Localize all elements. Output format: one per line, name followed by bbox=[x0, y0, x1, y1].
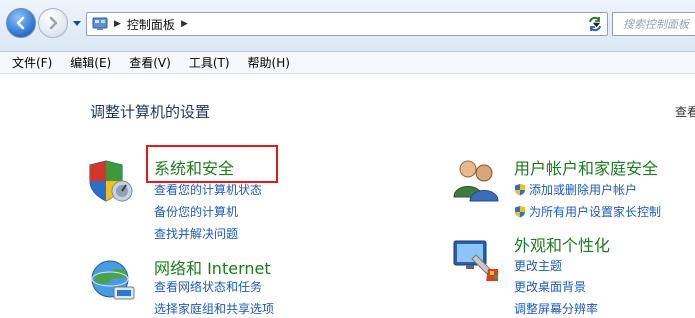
arrow-left-icon bbox=[16, 16, 25, 30]
link-add-remove-users[interactable]: 添加或删除用户帐户 bbox=[514, 181, 637, 198]
refresh-button[interactable] bbox=[582, 12, 608, 36]
breadcrumb-control-panel[interactable]: 控制面板 bbox=[127, 16, 175, 33]
link-add-remove-users-label: 添加或删除用户帐户 bbox=[529, 183, 638, 197]
category-title-network-internet[interactable]: 网络和 Internet bbox=[154, 255, 271, 279]
highlight-annotation-box bbox=[146, 145, 278, 183]
control-panel-content: 调整计算机的设置 查看 系统和安全 查看您的计算机状态 备份您的计算机 查找并解… bbox=[0, 75, 695, 318]
link-change-desktop-background[interactable]: 更改桌面背景 bbox=[514, 278, 586, 295]
network-globe-icon[interactable] bbox=[88, 255, 136, 303]
forward-button[interactable] bbox=[38, 8, 68, 38]
view-by-label[interactable]: 查看 bbox=[675, 103, 695, 120]
menu-view[interactable]: 查看(V) bbox=[129, 54, 171, 71]
control-panel-icon bbox=[92, 17, 108, 30]
page-title: 调整计算机的设置 bbox=[90, 103, 211, 121]
shield-icon[interactable] bbox=[88, 157, 136, 205]
link-find-fix-problems[interactable]: 查找并解决问题 bbox=[154, 225, 238, 242]
link-network-status-tasks[interactable]: 查看网络状态和任务 bbox=[154, 278, 262, 295]
back-button[interactable] bbox=[6, 8, 36, 38]
menu-file[interactable]: 文件(F) bbox=[12, 54, 52, 71]
link-check-computer-status[interactable]: 查看您的计算机状态 bbox=[154, 181, 262, 198]
link-backup-computer[interactable]: 备份您的计算机 bbox=[154, 203, 238, 220]
address-field[interactable]: ▶ 控制面板 ▶ bbox=[86, 12, 608, 36]
uac-shield-icon bbox=[515, 206, 525, 218]
refresh-icon bbox=[589, 16, 601, 32]
category-title-appearance[interactable]: 外观和个性化 bbox=[514, 232, 610, 256]
menu-tools[interactable]: 工具(T) bbox=[189, 54, 230, 71]
menu-bar: 文件(F) 编辑(E) 查看(V) 工具(T) 帮助(H) bbox=[0, 52, 695, 74]
arrow-right-icon bbox=[49, 16, 58, 30]
link-adjust-resolution[interactable]: 调整屏幕分辨率 bbox=[514, 300, 598, 317]
search-input[interactable]: 搜索控制面板 bbox=[612, 12, 695, 36]
recent-pages-dropdown-icon[interactable] bbox=[72, 18, 82, 28]
uac-shield-icon bbox=[515, 184, 525, 196]
breadcrumb-separator-icon: ▶ bbox=[114, 19, 121, 29]
appearance-icon[interactable] bbox=[452, 235, 500, 283]
users-icon[interactable] bbox=[452, 155, 500, 203]
link-parental-controls-label: 为所有用户设置家长控制 bbox=[529, 205, 662, 219]
link-change-theme[interactable]: 更改主题 bbox=[514, 257, 562, 274]
link-parental-controls[interactable]: 为所有用户设置家长控制 bbox=[514, 203, 661, 220]
menu-edit[interactable]: 编辑(E) bbox=[70, 54, 111, 71]
address-toolbar: ▶ 控制面板 ▶ 搜索控制面板 bbox=[0, 0, 695, 52]
breadcrumb-separator-icon[interactable]: ▶ bbox=[181, 19, 188, 29]
link-homegroup-sharing[interactable]: 选择家庭组和共享选项 bbox=[154, 300, 274, 317]
menu-help[interactable]: 帮助(H) bbox=[248, 54, 290, 71]
category-title-user-accounts[interactable]: 用户帐户和家庭安全 bbox=[514, 155, 658, 179]
